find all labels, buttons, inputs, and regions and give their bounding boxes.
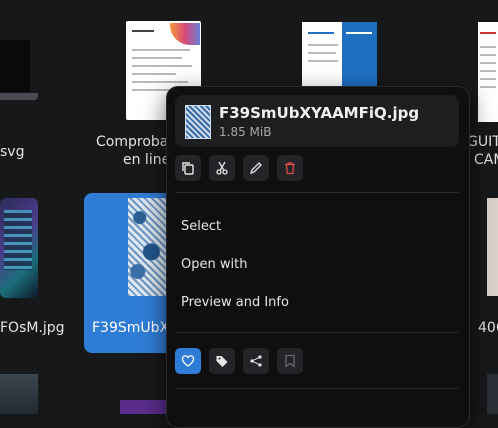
tag-button[interactable] [209, 348, 235, 374]
file-thumbnail-bottom-right[interactable] [487, 374, 498, 414]
file-thumbnail-laptop[interactable] [0, 40, 30, 92]
file-size: 1.85 MiB [219, 125, 272, 139]
file-label-guita[interactable]: GUITA [467, 133, 498, 151]
tag-icon [216, 356, 228, 367]
bookmark-button[interactable] [277, 348, 303, 374]
favorite-heart-icon [181, 355, 195, 367]
share-icon [250, 355, 262, 367]
file-thumbnail-right[interactable] [487, 198, 498, 296]
copy-icon [182, 162, 194, 175]
bookmark-add-icon [285, 354, 295, 368]
file-label-svg[interactable]: svg [0, 143, 24, 161]
file-preview-icon [185, 105, 211, 139]
copy-button[interactable] [175, 155, 201, 181]
file-thumbnail-bottom-middle[interactable] [120, 400, 168, 414]
file-thumbnail-bottom-left[interactable] [0, 374, 38, 414]
delete-trash-icon [285, 162, 295, 175]
menu-divider [175, 388, 459, 389]
file-label-selected[interactable]: F39SmUbXY [92, 319, 178, 337]
menu-item-open-with[interactable]: Open with [181, 257, 247, 272]
file-thumbnail-selected-photo[interactable] [128, 198, 167, 296]
cut-button[interactable] [209, 155, 235, 181]
rename-button[interactable] [243, 155, 269, 181]
file-label-406[interactable]: 406 [478, 319, 498, 337]
menu-file-header: F39SmUbXYAAMFiQ.jpg 1.85 MiB [175, 95, 459, 147]
file-thumbnail-guita[interactable] [478, 22, 498, 122]
file-thumbnail-game[interactable] [0, 198, 38, 298]
laptop-base [0, 93, 38, 100]
delete-button[interactable] [277, 155, 303, 181]
file-name: F39SmUbXYAAMFiQ.jpg [219, 104, 420, 122]
favorite-button[interactable] [175, 348, 201, 374]
cut-icon [216, 161, 228, 175]
file-context-menu: F39SmUbXYAAMFiQ.jpg 1.85 MiB Select Open… [166, 86, 470, 428]
file-label-cam[interactable]: CAM [474, 151, 498, 169]
menu-divider [175, 192, 459, 193]
share-button[interactable] [243, 348, 269, 374]
file-label-fosm[interactable]: FOsM.jpg [0, 319, 65, 337]
menu-item-preview-info[interactable]: Preview and Info [181, 295, 289, 310]
rename-pencil-icon [249, 162, 262, 175]
menu-item-select[interactable]: Select [181, 219, 221, 234]
file-thumbnail-document[interactable] [302, 22, 377, 88]
menu-divider [175, 332, 459, 333]
